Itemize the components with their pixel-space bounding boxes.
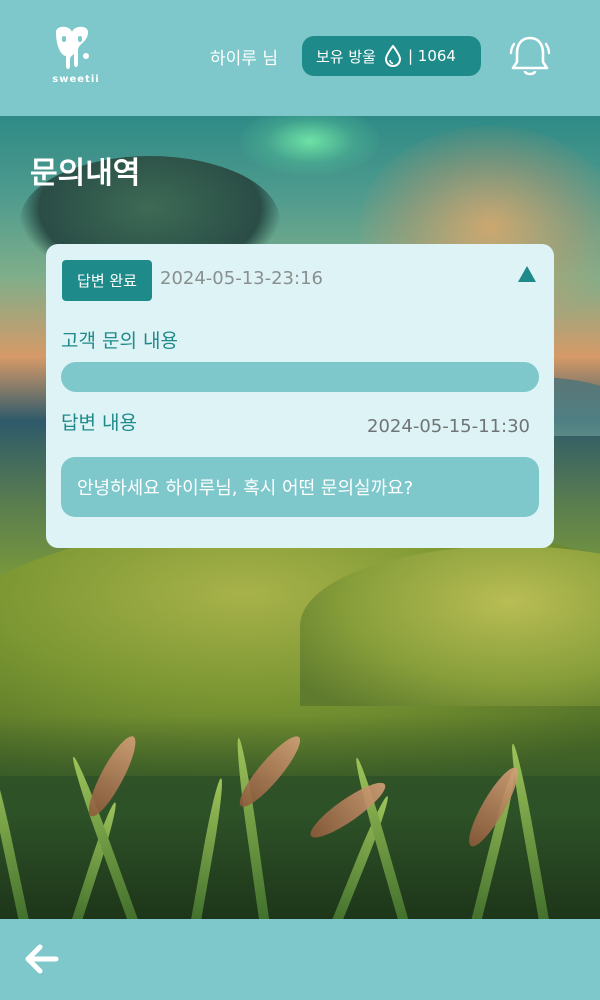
drops-value: | 1064 [407, 47, 456, 65]
answer-content: 안녕하세요 하이루님, 혹시 어떤 문의실까요? [61, 457, 539, 517]
grass-blade [0, 758, 30, 919]
sweetii-logo[interactable]: sweetii [48, 26, 104, 90]
answer-date: 2024-05-15-11:30 [367, 416, 530, 437]
username: 하이루 님 [210, 49, 278, 69]
answer-label: 답변 내용 [61, 412, 137, 434]
water-drop-icon [384, 45, 401, 67]
bell-icon[interactable] [508, 34, 552, 78]
top-header: sweetii 하이루 님 보유 방울 | 1064 [0, 0, 600, 116]
arrow-left-icon[interactable] [24, 941, 60, 977]
triangle-up-icon[interactable] [516, 264, 538, 284]
drip-heart-logo-icon [56, 26, 89, 69]
drops-label: 보유 방울 [316, 47, 376, 66]
grass-blade [190, 777, 226, 919]
page-title: 문의내역 [30, 156, 141, 191]
drops-balance-pill[interactable]: 보유 방울 | 1064 [302, 36, 481, 76]
question-label: 고객 문의 내용 [61, 330, 178, 352]
logo-text: sweetii [52, 74, 100, 85]
status-badge: 답변 완료 [62, 260, 152, 301]
sun-glow [240, 116, 380, 176]
grass-field [0, 716, 600, 919]
question-content [61, 362, 539, 392]
inquiry-date: 2024-05-13-23:16 [160, 268, 323, 289]
inquiry-card: 답변 완료 2024-05-13-23:16 고객 문의 내용 답변 내용 20… [46, 244, 554, 548]
bottom-bar [0, 919, 600, 1000]
grass-blade [351, 756, 410, 919]
